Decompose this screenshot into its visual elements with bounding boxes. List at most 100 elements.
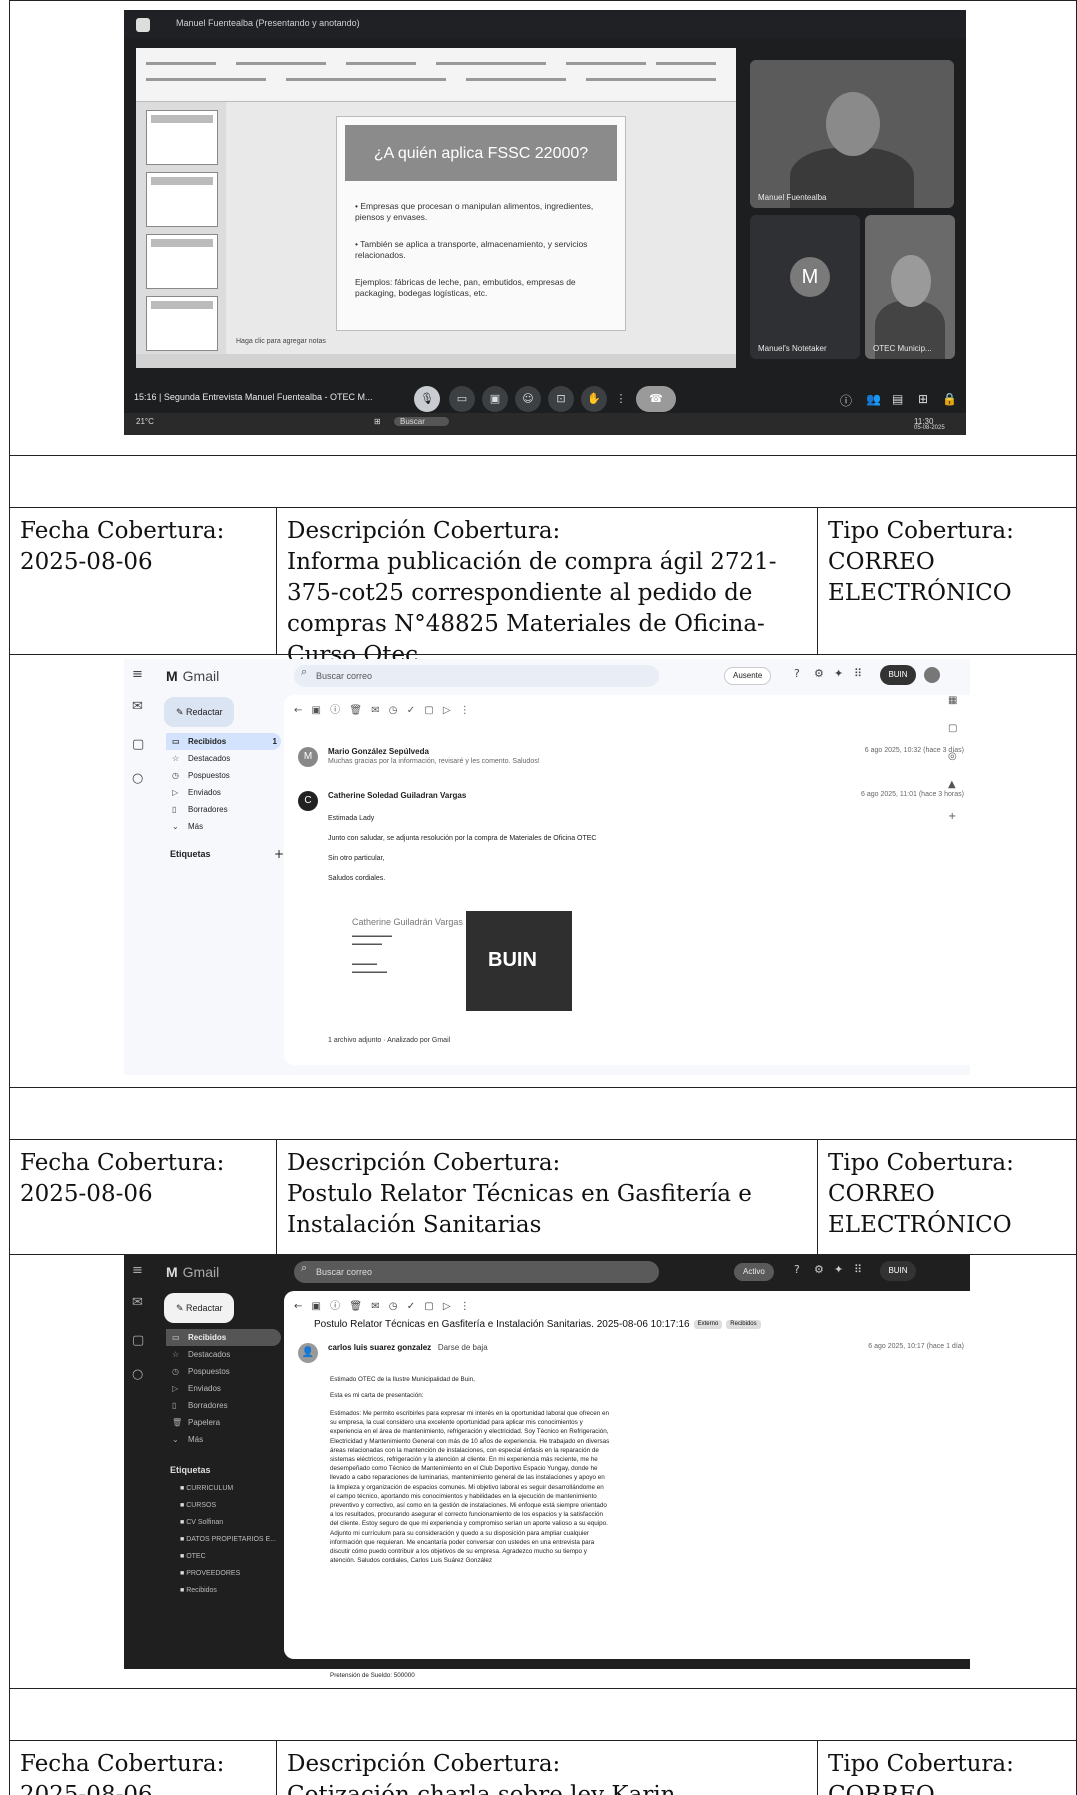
attachment-info[interactable]: 1 archivo adjunto · Analizado por Gmail [328,1037,450,1044]
message-view: ← ▣ ⓘ 🗑 ✉ ◷ ✓ ▢ ▷ ⋮ Postulo Relator Técn… [284,1291,990,1679]
keep-icon[interactable]: ▢ [948,723,957,734]
calendar-icon[interactable]: ▦ [948,695,957,706]
camera-icon[interactable]: ▭ [449,386,475,412]
nav-inbox[interactable]: ▭ Recibidos 1 [166,733,281,750]
nav-starred[interactable]: ☆ Destacados [166,750,281,767]
nav-snoozed[interactable]: ◷ Pospuestos [166,767,281,784]
label-item[interactable]: CURSOS [180,1502,216,1509]
people-icon[interactable]: 👥 [866,392,881,406]
nav-sent[interactable]: ▷ Enviados [166,1380,281,1397]
add-label-icon[interactable]: + [274,847,284,861]
windows-start-icon[interactable]: ⊞ [374,417,381,426]
gmail-logo[interactable]: M Gmail [166,668,219,684]
participant-tile-1[interactable]: Manuel Fuentealba [750,60,954,208]
help-icon[interactable]: ? [794,667,800,680]
slide-thumbnails[interactable] [136,102,226,354]
gmail-logo[interactable]: M Gmail [166,1264,219,1280]
sender-name: Mario González Sepúlveda [328,747,429,756]
taskbar-search[interactable]: Buscar [394,417,449,426]
weather-widget[interactable]: 21°C [136,417,154,426]
chip-external[interactable]: Externo [693,1319,723,1329]
avatar: 👤 [298,1343,318,1363]
settings-icon[interactable]: ⚙ [814,1263,824,1276]
activities-icon[interactable]: ⊞ [918,392,928,406]
chip-inbox[interactable]: Recibidos [726,1319,761,1329]
descripcion-cell: Descripción Cobertura: Informa publicaci… [277,508,818,668]
sender-name: Catherine Soledad Guiladran Vargas [328,791,467,800]
lock-icon[interactable]: 🔒 [942,392,957,406]
help-icon[interactable]: ? [794,1263,800,1276]
participant-tile-2[interactable]: M Manuel's Notetaker [750,215,860,359]
end-call-button[interactable]: ☎ [636,386,676,412]
contacts-icon[interactable]: ▲ [948,779,956,790]
coverage-row: Fecha Cobertura: 2025-08-06 Descripción … [9,1740,1077,1795]
settings-icon[interactable]: ⚙ [814,667,824,680]
captions-icon[interactable]: ▣ [482,386,508,412]
tipo-label: Tipo Cobertura: [828,1150,1014,1176]
email-subject: Postulo Relator Técnicas en Gasfitería e… [314,1319,761,1330]
emoji-icon[interactable]: ☺ [515,386,541,412]
nav-sent[interactable]: ▷ Enviados [166,784,281,801]
message-toolbar[interactable]: ← ▣ ⓘ 🗑 ✉ ◷ ✓ ▢ ▷ ⋮ [294,701,470,716]
present-icon[interactable]: ⊡ [548,386,574,412]
fecha-value: 2025-08-06 [20,549,153,575]
message-toolbar[interactable]: ← ▣ ⓘ 🗑 ✉ ◷ ✓ ▢ ▷ ⋮ [294,1297,470,1312]
more-options-icon[interactable]: ⋮ [614,386,628,412]
chat-icon[interactable]: ▢ [132,1333,144,1348]
slide-bullet: • También se aplica a transporte, almace… [355,239,588,260]
gemini-icon[interactable]: ✦ [834,1263,843,1276]
compose-button[interactable]: ✎ Redactar [164,1293,234,1323]
email-body-line: Sin otro particular, [328,855,385,862]
chat-icon[interactable]: ▤ [892,392,903,406]
message-view: ← ▣ ⓘ 🗑 ✉ ◷ ✓ ▢ ▷ ⋮ M Mario González Sep… [284,695,990,1065]
label-item[interactable]: CURRICULUM [180,1485,233,1492]
meet-icon[interactable]: ○ [132,1367,143,1382]
label-item[interactable]: Recibidos [180,1587,217,1594]
mail-icon[interactable]: ✉ [132,699,143,714]
apps-icon[interactable]: ⠿ [854,667,862,680]
search-input[interactable]: Buscar correo [294,665,659,687]
menu-icon[interactable]: ≡ [132,1263,143,1278]
apps-icon[interactable]: ⠿ [854,1263,862,1276]
participant-tile-3[interactable]: OTEC Municip... [865,215,955,359]
sender-name: carlos luis suarez gonzalez Darse de baj… [328,1343,488,1352]
avatar[interactable] [924,667,940,683]
mail-icon[interactable]: ✉ [132,1295,143,1310]
label-item[interactable]: OTEC [180,1553,205,1560]
status-selector[interactable]: Ausente [724,667,772,685]
label-item[interactable]: PROVEEDORES [180,1570,240,1577]
unsubscribe-link[interactable]: Darse de baja [438,1343,488,1352]
email-body-line: Junto con saludar, se adjunta resolución… [328,835,597,842]
microphone-icon[interactable]: 🎙 [414,386,440,412]
fecha-value: 2025-08-06 [20,1782,153,1795]
nav-drafts[interactable]: ▯ Borradores [166,801,281,818]
nav-more[interactable]: ⌄ Más [166,818,281,835]
info-icon[interactable]: ⓘ [840,392,852,409]
gemini-icon[interactable]: ✦ [834,667,843,680]
nav-trash[interactable]: 🗑 Papelera [166,1414,281,1431]
nav-more[interactable]: ⌄ Más [166,1431,281,1448]
notes-placeholder[interactable]: Haga clic para agregar notas [236,338,326,345]
nav-inbox[interactable]: ▭ Recibidos [166,1329,281,1346]
slide-title: ¿A quién aplica FSSC 22000? [373,145,589,162]
account-badge[interactable]: BUIN [880,1261,916,1281]
nav-drafts[interactable]: ▯ Borradores [166,1397,281,1414]
descripcion-value: Cotización charla sobre ley Karin [287,1782,676,1795]
meet-screenshot: Manuel Fuentealba (Presentando y anotand… [124,10,966,435]
add-addon-icon[interactable]: + [948,811,956,822]
meet-icon[interactable]: ○ [132,771,143,786]
tasks-icon[interactable]: ◎ [948,751,957,762]
fecha-label: Fecha Cobertura: [20,518,225,544]
chat-icon[interactable]: ▢ [132,737,144,752]
menu-icon[interactable]: ≡ [132,667,143,682]
raise-hand-icon[interactable]: ✋ [581,386,607,412]
search-input[interactable]: Buscar correo [294,1261,659,1283]
compose-button[interactable]: ✎ Redactar [164,697,234,727]
label-item[interactable]: CV Solfinan [180,1519,223,1526]
nav-snoozed[interactable]: ◷ Pospuestos [166,1363,281,1380]
label-item[interactable]: DATOS PROPIETARIOS E... [180,1536,276,1543]
account-badge[interactable]: BUIN [880,665,916,685]
status-selector[interactable]: Activo [734,1263,774,1281]
nav-starred[interactable]: ☆ Destacados [166,1346,281,1363]
avatar: C [298,791,318,811]
